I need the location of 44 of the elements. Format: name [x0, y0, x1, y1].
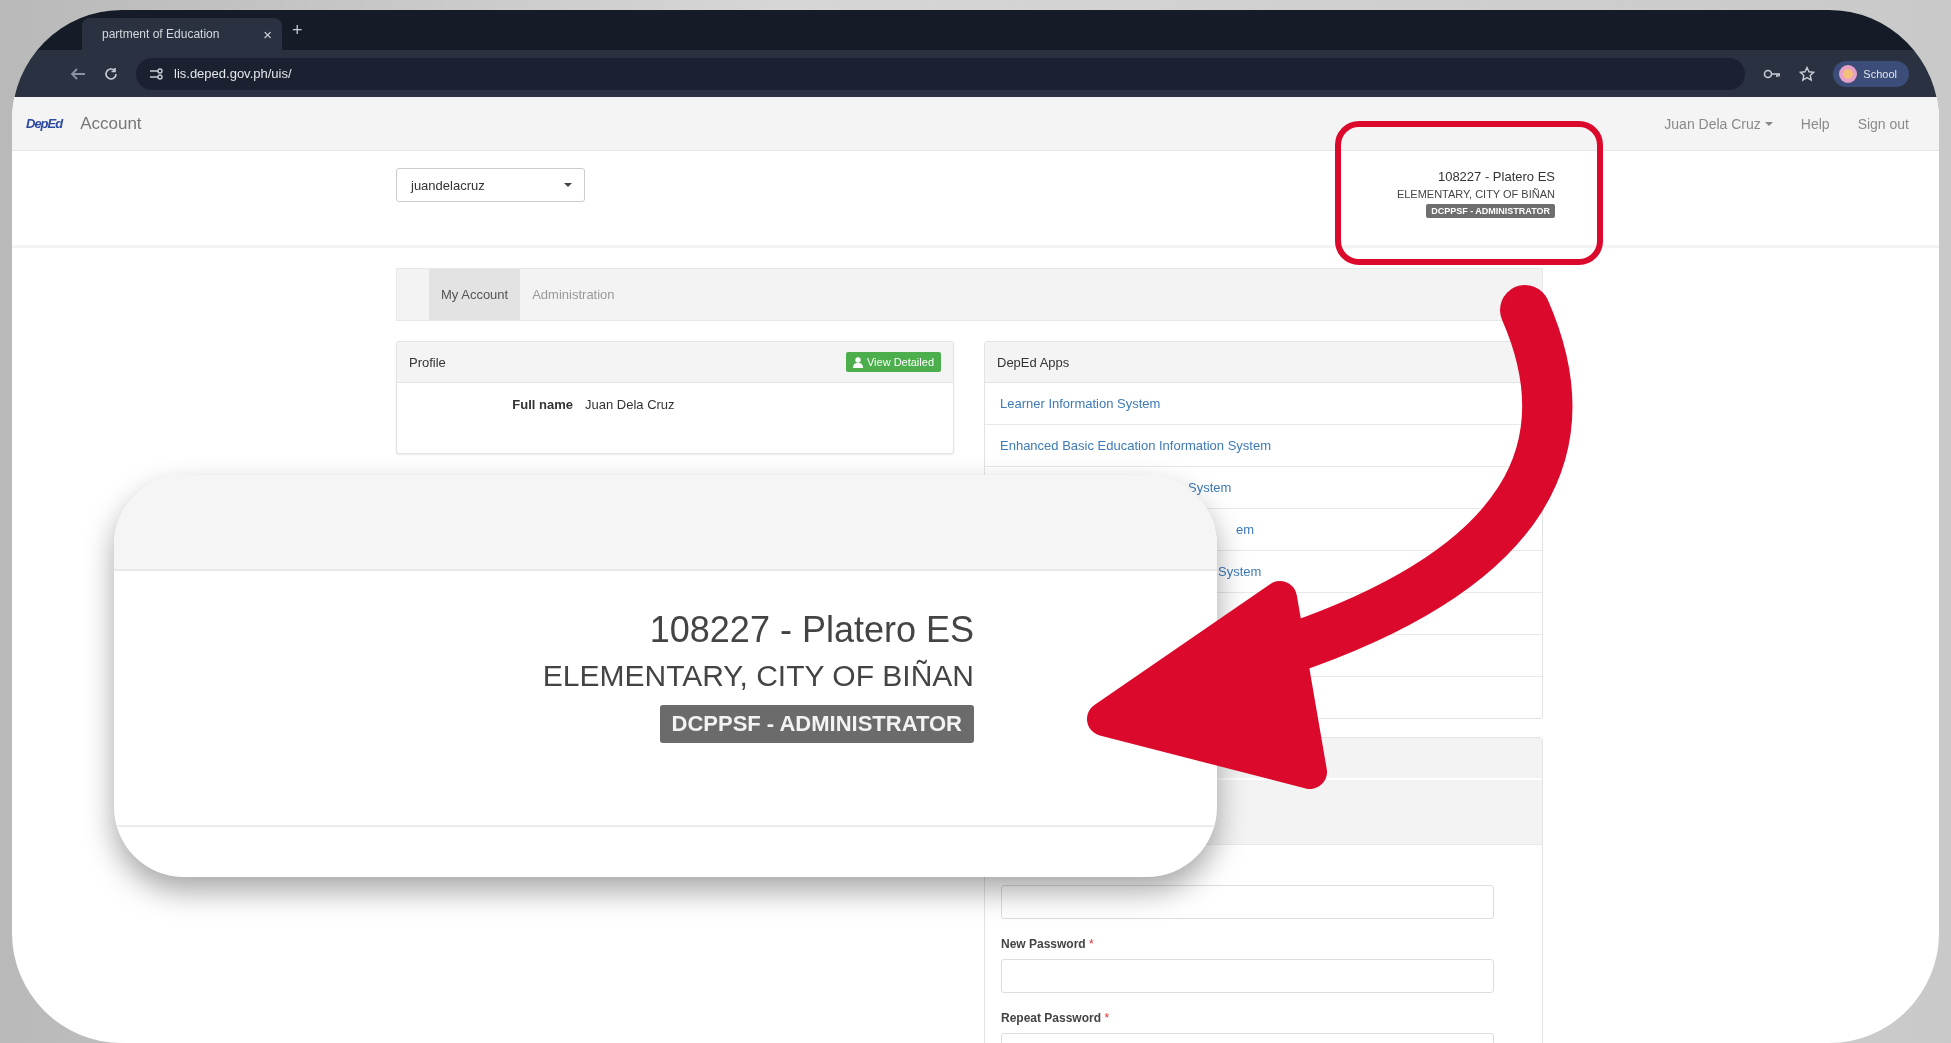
password-field[interactable] — [1001, 885, 1494, 919]
back-icon[interactable] — [70, 66, 86, 81]
star-icon[interactable] — [1799, 65, 1816, 82]
app-link[interactable]: Enhanced Basic Education Information System — [1000, 438, 1271, 453]
page-title[interactable]: Account — [80, 113, 142, 134]
password-field[interactable] — [1001, 959, 1494, 993]
field-label: Full name — [511, 397, 573, 412]
panel-title: Profile — [409, 354, 446, 370]
reload-icon[interactable] — [104, 66, 118, 81]
close-tab-button[interactable]: × — [263, 25, 272, 43]
role-label: DCPPSF - ADMINISTRATOR — [1426, 204, 1555, 218]
account-select[interactable]: juandelacruz — [396, 168, 585, 202]
nav-link[interactable]: Sign out — [1857, 115, 1909, 132]
address-bar[interactable]: lis.deped.gov.ph/uis/ — [136, 57, 1746, 90]
new-tab-button[interactable]: + — [292, 19, 303, 41]
app-link[interactable]: em — [1236, 522, 1255, 537]
tab-title: partment of Education — [102, 27, 220, 41]
avatar-icon — [1839, 64, 1858, 83]
tab[interactable]: Administration — [520, 269, 627, 320]
school-location: ELEMENTARY, CITY OF BIÑAN — [1396, 188, 1555, 200]
key-icon[interactable] — [1763, 67, 1782, 80]
logo[interactable]: DepEd — [26, 116, 63, 131]
browser-tab[interactable]: partment of Education × — [82, 18, 282, 50]
app-link[interactable]: Learner Information System — [1000, 396, 1161, 411]
role-label: DCPPSF - ADMINISTRATOR — [659, 705, 974, 743]
profile-button[interactable]: School — [1833, 60, 1909, 87]
user-icon — [852, 356, 863, 368]
field-label: New Password * — [1001, 937, 1095, 951]
app-link[interactable]: System — [1218, 564, 1262, 579]
caret-icon — [564, 183, 572, 187]
field-value: Juan Dela Cruz — [585, 397, 675, 412]
view-detailed-button[interactable]: View Detailed — [845, 352, 941, 372]
panel-title: DepEd Apps — [997, 354, 1070, 370]
nav-link[interactable]: Help — [1800, 115, 1830, 132]
tab[interactable]: My Account — [429, 269, 521, 320]
site-info-icon[interactable] — [148, 66, 164, 81]
caret-icon — [1764, 121, 1773, 126]
url-text: lis.deped.gov.ph/uis/ — [174, 66, 292, 81]
user-menu[interactable]: Juan Dela Cruz — [1664, 115, 1773, 132]
school-name: 108227 - Platero ES — [1437, 169, 1555, 184]
school-location: ELEMENTARY, CITY OF BIÑAN — [542, 659, 974, 693]
app-link[interactable]: System — [1188, 480, 1232, 495]
school-name: 108227 - Platero ES — [649, 609, 974, 651]
field-label: Repeat Password * — [1001, 1011, 1111, 1025]
